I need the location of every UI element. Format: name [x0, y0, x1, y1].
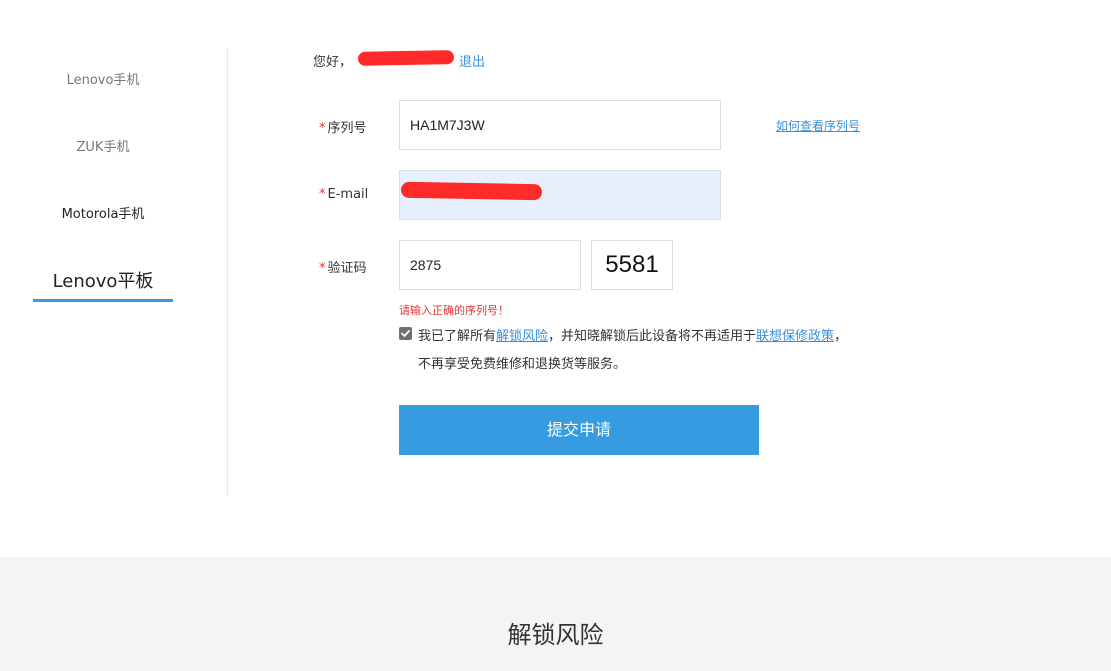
unlock-risk-title: 解锁风险 [507, 621, 604, 649]
captcha-label: * 验证码 [319, 257, 367, 276]
checkmark-icon [401, 330, 410, 337]
unlock-application-page: Lenovo手机 ZUK手机 Motorola手机 Lenovo平板 您好， 退… [0, 0, 1111, 671]
email-redaction-mark [400, 181, 543, 201]
serial-label-text: 序列号 [327, 121, 367, 136]
device-category-sidebar: Lenovo手机 ZUK手机 Motorola手机 Lenovo平板 [0, 48, 228, 496]
logout-link[interactable]: 退出 [459, 51, 485, 70]
serial-label: * 序列号 [319, 117, 367, 136]
agreement-text-part-1: 我已了解所有 [418, 329, 497, 344]
sidebar-item-motorola-phone[interactable]: Motorola手机 [33, 203, 173, 222]
how-to-find-serial-link[interactable]: 如何查看序列号 [776, 117, 860, 134]
email-label-text: E-mail [327, 187, 369, 202]
required-mark: * [319, 187, 326, 202]
captcha-image[interactable]: 5581 [591, 240, 673, 290]
email-label: * E-mail [319, 187, 368, 202]
required-mark: * [319, 261, 326, 276]
serial-number-input[interactable] [399, 100, 721, 150]
unlock-risk-section: 解锁风险 [0, 557, 1111, 671]
required-mark: * [319, 121, 326, 136]
captcha-label-text: 验证码 [327, 261, 367, 276]
agreement-text-line-2: 不再享受免费维修和退换货等服务。 [418, 357, 627, 372]
serial-error-message: 请输入正确的序列号！ [399, 304, 509, 317]
warranty-policy-link[interactable]: 联想保修政策 [756, 329, 834, 344]
agreement-text-part-2: ，并知晓解锁后此设备将不再适用于 [548, 329, 757, 344]
greeting-text: 您好， [313, 55, 353, 70]
sidebar-item-zuk-phone[interactable]: ZUK手机 [33, 136, 173, 155]
submit-application-button[interactable]: 提交申请 [399, 405, 759, 455]
sidebar-item-lenovo-tablet[interactable]: Lenovo平板 [33, 267, 173, 302]
agreement-text-line-1: 我已了解所有解锁风险，并知晓解锁后此设备将不再适用于联想保修政策， [418, 325, 847, 344]
agreement-text-part-3: ， [834, 329, 848, 344]
username-redaction-mark [357, 50, 455, 66]
agreement-checkbox[interactable] [399, 327, 412, 340]
captcha-input[interactable] [399, 240, 581, 290]
sidebar-item-lenovo-phone[interactable]: Lenovo手机 [33, 69, 173, 88]
unlock-risk-link[interactable]: 解锁风险 [496, 329, 548, 344]
